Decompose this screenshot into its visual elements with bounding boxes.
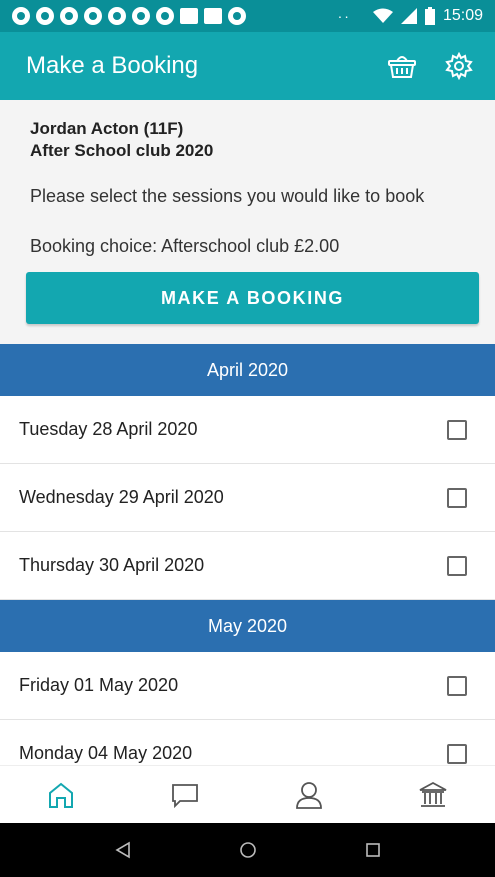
gmail-icon (180, 8, 198, 24)
session-checkbox[interactable] (447, 487, 467, 508)
chrome-icon (36, 7, 54, 25)
session-date: Wednesday 29 April 2020 (19, 487, 224, 507)
app-bar: Make a Booking (0, 32, 495, 100)
profile-icon[interactable] (295, 780, 323, 810)
system-navigation (0, 823, 495, 877)
bottom-navigation (0, 765, 495, 823)
signal-icon (400, 8, 417, 24)
session-date: Friday 01 May 2020 (19, 675, 179, 695)
notification-icons (12, 7, 246, 25)
booking-choice: Booking choice: Afterschool club £2.00 (30, 236, 340, 256)
gear-icon[interactable] (445, 52, 473, 80)
session-checkbox[interactable] (447, 555, 467, 576)
page-title: Make a Booking (26, 52, 199, 79)
list-item[interactable]: Friday 01 May 2020 (0, 652, 495, 720)
status-bar: ·· 15:09 (0, 0, 495, 32)
session-list: April 2020 Tuesday 28 April 2020 Wednesd… (0, 344, 495, 788)
basket-icon[interactable] (387, 53, 417, 79)
chrome-icon (132, 7, 150, 25)
chrome-icon (108, 7, 126, 25)
month-header: April 2020 (0, 344, 495, 396)
chrome-icon (156, 7, 174, 25)
more-notifications-indicator: ·· (337, 8, 351, 24)
home-circle-icon[interactable] (239, 841, 257, 859)
make-booking-button[interactable]: MAKE A BOOKING (26, 272, 479, 324)
session-checkbox[interactable] (447, 419, 467, 440)
chat-icon[interactable] (170, 781, 200, 809)
session-date: Tuesday 28 April 2020 (19, 419, 198, 439)
chrome-icon (12, 7, 30, 25)
image-icon (204, 8, 222, 24)
status-time: 15:09 (442, 7, 483, 24)
bank-icon[interactable] (418, 780, 448, 810)
wifi-icon (372, 8, 393, 23)
month-header: May 2020 (0, 600, 495, 652)
chrome-icon (84, 7, 102, 25)
list-item[interactable]: Thursday 30 April 2020 (0, 532, 495, 600)
session-checkbox[interactable] (447, 743, 467, 764)
instruction-text: Please select the sessions you would lik… (30, 186, 425, 206)
session-date: Thursday 30 April 2020 (19, 555, 205, 575)
battery-icon (424, 7, 435, 25)
list-item[interactable]: Tuesday 28 April 2020 (0, 396, 495, 464)
recents-icon[interactable] (365, 842, 381, 858)
booking-info-panel: Jordan Acton (11F) After School club 202… (0, 100, 495, 344)
list-item[interactable]: Wednesday 29 April 2020 (0, 464, 495, 532)
club-name: After School club 2020 (30, 141, 214, 160)
back-icon[interactable] (114, 841, 132, 859)
whatsapp-icon (228, 7, 246, 25)
chrome-icon (60, 7, 78, 25)
student-name: Jordan Acton (11F) (30, 119, 184, 138)
session-date: Monday 04 May 2020 (19, 743, 193, 763)
home-icon[interactable] (47, 781, 75, 809)
session-checkbox[interactable] (447, 675, 467, 696)
